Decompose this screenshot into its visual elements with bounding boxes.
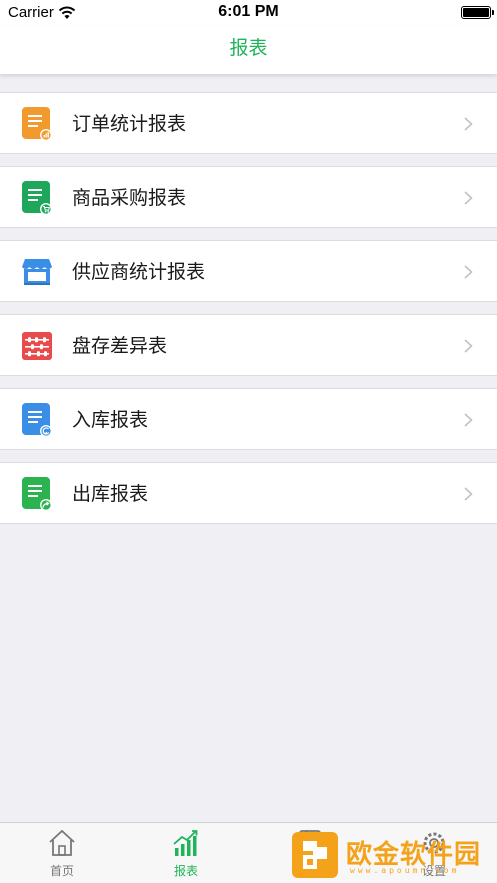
chevron-right-icon	[464, 339, 473, 353]
report-item-label: 订单统计报表	[72, 113, 187, 135]
chevron-right-icon	[464, 265, 473, 279]
watermark-logo	[292, 832, 338, 878]
abacus-icon	[22, 332, 52, 360]
report-item-label: 商品采购报表	[72, 187, 187, 209]
purchase-report-icon	[22, 181, 52, 215]
chevron-right-icon	[464, 413, 473, 427]
home-icon	[49, 829, 75, 856]
status-time: 6:01 PM	[218, 3, 279, 20]
supplier-store-icon	[22, 259, 52, 285]
chevron-right-icon	[464, 487, 473, 501]
battery-icon	[461, 6, 494, 19]
tab-label: 报表	[173, 864, 198, 878]
report-item-purchase[interactable]: 商品采购报表	[0, 166, 497, 228]
report-item-label: 供应商统计报表	[72, 261, 206, 283]
report-list: 订单统计报表 商品采购报表 供应商统计报表 盘存差异表 入库报表 出库报表	[0, 92, 497, 536]
navigation-bar: 报表	[0, 26, 497, 74]
inbound-report-icon	[22, 403, 52, 437]
report-item-supplier[interactable]: 供应商统计报表	[0, 240, 497, 302]
report-item-label: 入库报表	[72, 409, 149, 431]
page-title: 报表	[229, 37, 268, 59]
report-item-label: 出库报表	[72, 483, 149, 505]
chevron-right-icon	[464, 191, 473, 205]
order-report-icon	[22, 107, 52, 141]
watermark-subtext: www.apoumn.com	[350, 866, 460, 875]
tab-home[interactable]: 首页	[0, 823, 124, 883]
report-item-order[interactable]: 订单统计报表	[0, 92, 497, 154]
report-item-label: 盘存差异表	[72, 335, 168, 357]
status-bar: Carrier 6:01 PM	[0, 0, 497, 26]
tab-label: 首页	[49, 864, 74, 878]
report-item-inventory-diff[interactable]: 盘存差异表	[0, 314, 497, 376]
bar-chart-icon	[173, 830, 198, 856]
report-item-inbound[interactable]: 入库报表	[0, 388, 497, 450]
outbound-report-icon	[22, 477, 52, 511]
watermark: 欧金软件园 www.apoumn.com	[292, 830, 492, 882]
tab-reports[interactable]: 报表	[124, 823, 248, 883]
report-item-outbound[interactable]: 出库报表	[0, 462, 497, 524]
chevron-right-icon	[464, 117, 473, 131]
